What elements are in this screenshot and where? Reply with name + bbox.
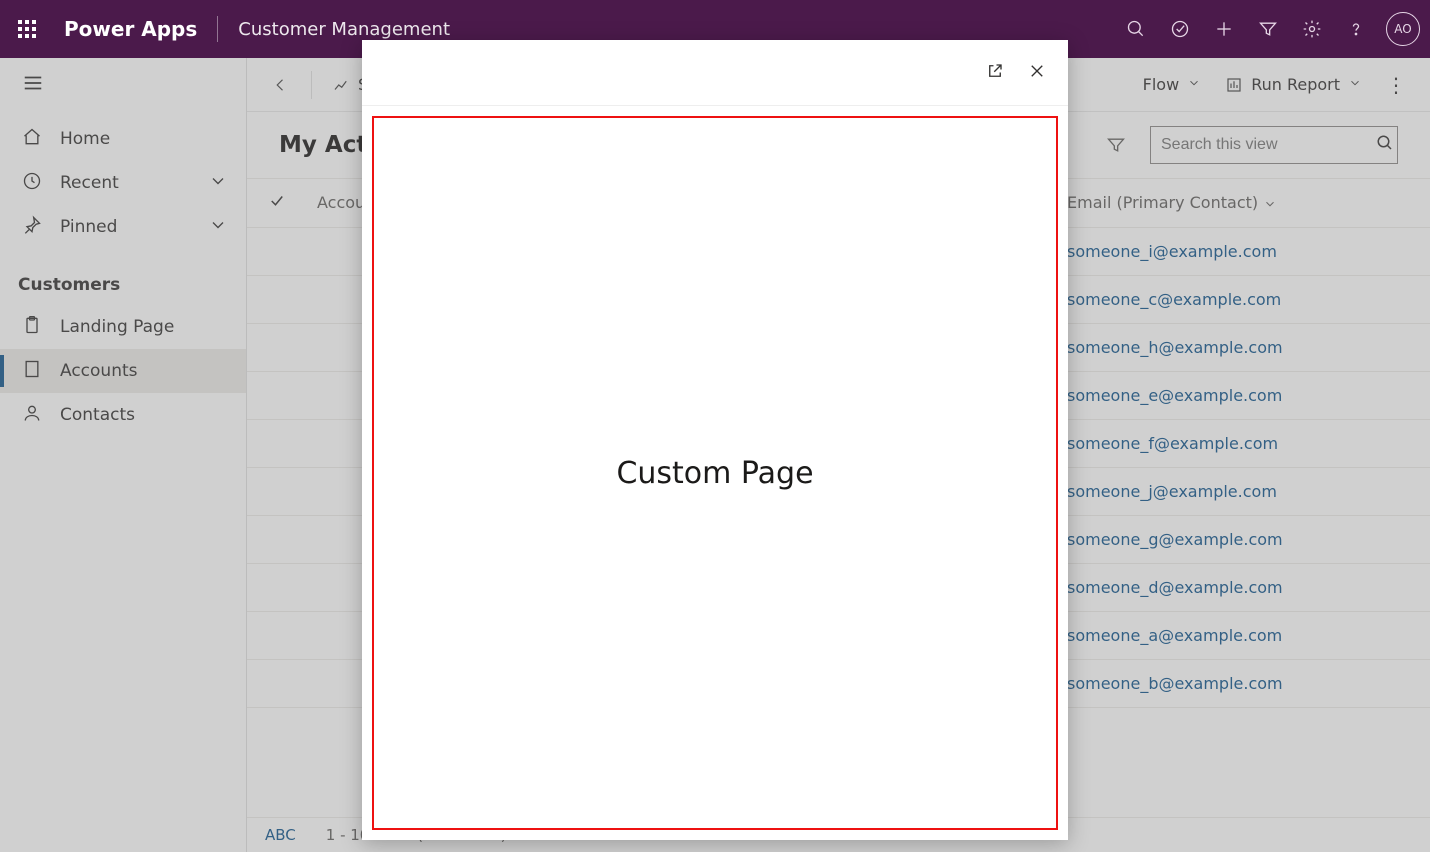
modal-header <box>362 40 1068 106</box>
modal-body: Custom Page <box>372 116 1058 830</box>
help-icon[interactable] <box>1334 7 1378 51</box>
app-title: Power Apps <box>64 17 197 41</box>
popout-icon[interactable] <box>986 62 1004 84</box>
user-avatar[interactable]: AO <box>1386 12 1420 46</box>
divider <box>217 16 218 42</box>
page-title: Customer Management <box>238 19 450 40</box>
modal-dialog: Custom Page <box>362 40 1068 840</box>
close-icon[interactable] <box>1028 62 1046 84</box>
custom-page-label: Custom Page <box>616 456 813 491</box>
settings-icon[interactable] <box>1290 7 1334 51</box>
modal-overlay: Custom Page <box>0 58 1430 852</box>
waffle-icon[interactable] <box>18 20 36 38</box>
search-icon[interactable] <box>1114 7 1158 51</box>
task-icon[interactable] <box>1158 7 1202 51</box>
add-icon[interactable] <box>1202 7 1246 51</box>
filter-icon[interactable] <box>1246 7 1290 51</box>
